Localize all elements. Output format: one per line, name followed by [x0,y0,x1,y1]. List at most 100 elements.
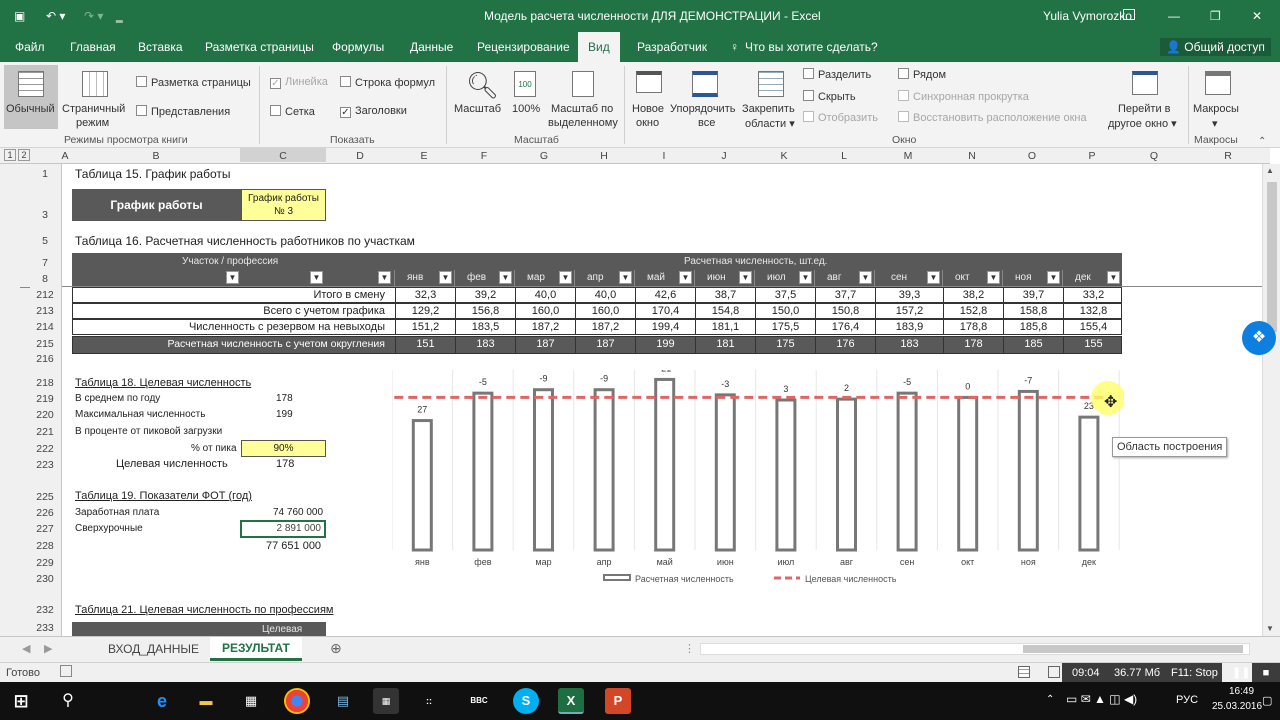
outline-collapse-icon[interactable] [20,284,30,288]
col-header[interactable]: I [634,150,694,162]
filter-dropdown[interactable]: ▼ [1047,271,1060,284]
outline-level-2[interactable]: 2 [18,149,30,161]
skype-icon[interactable]: S [513,688,539,714]
notifications-icon[interactable]: ▢ [1262,694,1272,707]
row-header[interactable]: 214 [30,321,60,333]
filter-dropdown[interactable]: ▼ [739,271,752,284]
chrome-icon[interactable] [284,688,310,714]
filter-dropdown[interactable]: ▼ [226,271,239,284]
filter-dropdown[interactable]: ▼ [1107,271,1120,284]
normal-view-status-icon[interactable] [1018,666,1030,678]
row-header[interactable]: 230 [30,573,60,585]
table-cell[interactable]: 181 [695,337,755,353]
table-cell[interactable]: 181,1 [695,320,755,334]
page-break-view-button[interactable]: Страничный режим [62,65,128,129]
col-header[interactable]: F [454,150,514,162]
tab-developer[interactable]: Разработчик [637,40,707,54]
restore-icon[interactable]: ❐ [1210,9,1221,23]
table-cell[interactable]: 40,0 [575,288,635,302]
table-cell[interactable]: 151 [395,337,455,353]
table-cell[interactable]: 187 [515,337,575,353]
peak-input[interactable]: 90% [241,440,326,457]
filter-dropdown[interactable]: ▼ [619,271,632,284]
prev-sheet-icon[interactable]: ◀ [22,642,30,655]
table-cell[interactable]: 175,5 [755,320,815,334]
col-header[interactable]: R [1186,150,1270,162]
user-name[interactable]: Yulia Vymorozko [1043,9,1132,23]
calculator-icon[interactable]: ▦ [373,688,399,714]
store-icon[interactable]: ▦ [238,688,264,714]
table-cell[interactable]: 154,8 [695,304,755,318]
gridlines-checkbox[interactable]: Сетка [270,105,315,118]
table-cell[interactable]: 42,6 [635,288,695,302]
custom-views-button[interactable]: Представления [136,105,230,118]
dropbox-icon[interactable]: ❖ [1242,321,1276,355]
row-header[interactable]: 218 [30,377,60,389]
tab-data[interactable]: Данные [410,40,453,54]
table-cell[interactable]: 37,7 [815,288,875,302]
table-cell[interactable]: 37,5 [755,288,815,302]
file-explorer-icon[interactable]: ▬ [193,688,219,714]
table-cell[interactable]: 185 [1003,337,1063,353]
row-header[interactable]: 215 [30,338,60,350]
filter-dropdown[interactable]: ▼ [859,271,872,284]
row-header[interactable]: 219 [30,393,60,405]
row-header[interactable]: 222 [30,443,60,455]
tab-insert[interactable]: Вставка [138,40,183,54]
filter-dropdown[interactable]: ▼ [679,271,692,284]
reset-position-button[interactable]: Восстановить расположение окна [898,111,1087,124]
sheet-tab-input[interactable]: ВХОД_ДАННЫЕ [96,642,211,656]
table-cell[interactable]: 39,2 [455,288,515,302]
table-cell[interactable]: 158,8 [1003,304,1063,318]
table-cell[interactable]: 39,3 [875,288,943,302]
tray-expand-icon[interactable]: ⌃ [1046,694,1054,705]
col-header[interactable]: N [942,150,1002,162]
horizontal-scrollbar[interactable] [700,643,1250,655]
collapse-ribbon-icon[interactable]: ⌃ [1258,136,1266,147]
filter-dropdown[interactable]: ▼ [559,271,572,284]
tab-file[interactable]: Файл [15,40,45,54]
scroll-down-icon[interactable]: ▼ [1266,624,1274,633]
tab-home[interactable]: Главная [70,40,116,54]
add-sheet-icon[interactable]: ⊕ [330,640,342,657]
table-cell[interactable]: 155,4 [1063,320,1123,334]
row-header[interactable]: 233 [30,622,60,634]
col-header[interactable]: G [514,150,574,162]
col-header[interactable]: Q [1122,150,1186,162]
col-header[interactable]: J [694,150,754,162]
undo-icon[interactable]: ↶ ▾ [46,9,65,23]
table-cell[interactable]: 129,2 [395,304,455,318]
tab-page-layout[interactable]: Разметка страницы [205,40,314,54]
row-header[interactable]: 1 [30,168,60,180]
minimize-icon[interactable]: — [1168,9,1180,23]
table-cell[interactable]: 176,4 [815,320,875,334]
table-cell[interactable]: 199 [635,337,695,353]
col-header[interactable]: B [72,150,240,162]
macros-button[interactable]: Макросы ▾ [1190,65,1246,130]
table-cell[interactable]: 38,2 [943,288,1003,302]
row-header[interactable]: 8 [30,273,60,285]
zoom-button[interactable]: 🔍︎ Масштаб [452,65,506,129]
col-header[interactable]: A [58,150,72,162]
table-cell[interactable]: 170,4 [635,304,695,318]
filter-dropdown[interactable]: ▼ [927,271,940,284]
row-header[interactable]: 3 [30,209,60,221]
row-header[interactable]: 232 [30,604,60,616]
table-cell[interactable]: 183,9 [875,320,943,334]
sheet-tab-result[interactable]: РЕЗУЛЬТАТ [210,637,302,661]
table-cell[interactable]: 157,2 [875,304,943,318]
stop-icon[interactable]: ■ [1252,663,1280,683]
table-cell[interactable]: 151,2 [395,320,455,334]
redo-icon[interactable]: ↷ ▾ [84,9,103,23]
windows-start-icon[interactable]: ⊞ [8,688,34,714]
row-header[interactable]: 212 [30,289,60,301]
sync-scroll-button[interactable]: Синхронная прокрутка [898,90,1029,103]
ruler-checkbox[interactable]: ✓ Линейка [270,76,328,89]
table-cell[interactable]: 185,8 [1003,320,1063,334]
filter-dropdown[interactable]: ▼ [310,271,323,284]
table-cell[interactable]: 178 [943,337,1003,353]
table-cell[interactable]: 152,8 [943,304,1003,318]
table-cell[interactable]: 187,2 [575,320,635,334]
table-cell[interactable]: 156,8 [455,304,515,318]
col-header[interactable]: D [326,150,394,162]
